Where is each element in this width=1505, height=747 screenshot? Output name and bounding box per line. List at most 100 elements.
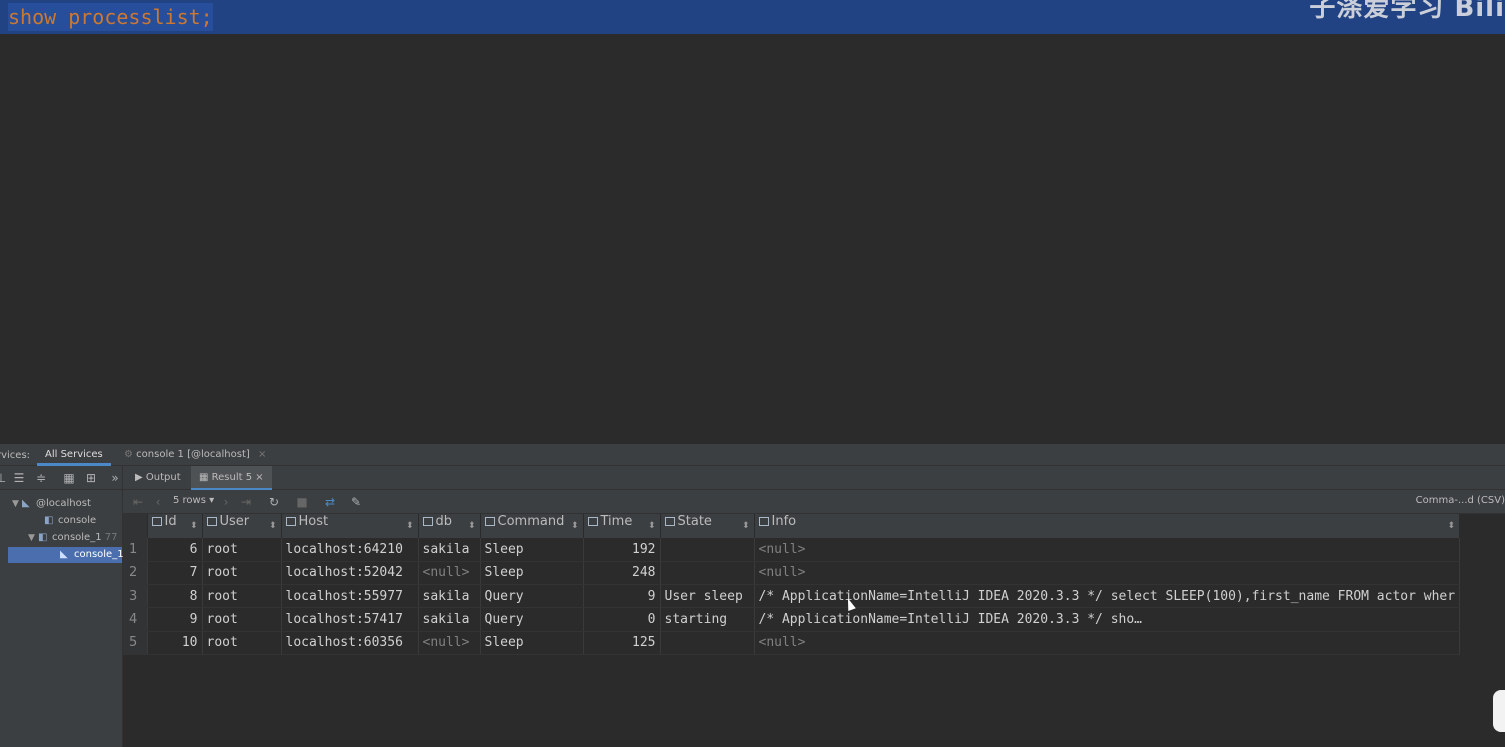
sql-code[interactable]: show processlist;: [8, 3, 213, 31]
cell-db[interactable]: sakila: [418, 584, 481, 609]
cell-state[interactable]: starting: [660, 607, 755, 632]
cell-command[interactable]: Query: [480, 607, 584, 632]
column-header[interactable]: Info ⬍: [754, 514, 1461, 538]
last-page-icon[interactable]: ⇥: [239, 495, 253, 509]
tab-all-services[interactable]: All Services: [37, 444, 111, 466]
sort-icon[interactable]: ⬍: [269, 514, 277, 538]
chevron-down-icon[interactable]: ▼: [28, 530, 38, 546]
first-page-icon[interactable]: ⇤: [131, 495, 145, 509]
table-row[interactable]: 4 9 root localhost:57417 sakila Query 0 startin…: [123, 607, 1461, 632]
cell-info[interactable]: <null>: [754, 538, 1461, 562]
rows-count-dropdown[interactable]: 5 rows ▾: [173, 495, 214, 506]
cell-time[interactable]: 9: [583, 584, 661, 609]
sort-icon[interactable]: ⬍: [190, 514, 198, 538]
collapse-icon[interactable]: ⊥: [0, 471, 8, 485]
tree-item-localhost[interactable]: ▼ ◣ @localhost: [12, 496, 91, 512]
cell-command[interactable]: Sleep: [480, 561, 584, 586]
cell-user[interactable]: root: [202, 631, 282, 655]
transaction-icon[interactable]: ⇄: [323, 495, 337, 509]
cell-user[interactable]: root: [202, 607, 282, 632]
column-header[interactable]: State ⬍: [660, 514, 755, 538]
sql-editor[interactable]: show processlist; 子涤爱学习 Bili: [0, 0, 1505, 444]
sort-icon[interactable]: ⬍: [1448, 514, 1456, 538]
cell-info[interactable]: <null>: [754, 561, 1461, 586]
close-icon[interactable]: ×: [255, 472, 263, 483]
sort-icon[interactable]: ⬍: [571, 514, 579, 538]
table-row[interactable]: 2 7 root localhost:52042 <null> Sleep 248 <null…: [123, 561, 1461, 586]
tab-result-5[interactable]: ▦ Result 5 ×: [191, 466, 272, 490]
tree-item-console-1[interactable]: ▼ ◧ console_1 77: [28, 530, 118, 546]
column-header[interactable]: Id ⬍: [147, 514, 203, 538]
sort-icon[interactable]: ⬍: [406, 514, 414, 538]
cell-id[interactable]: 10: [147, 631, 203, 655]
cell-command[interactable]: Sleep: [480, 631, 584, 655]
sort-icon[interactable]: ⬍: [742, 514, 750, 538]
export-format[interactable]: Comma-...d (CSV): [1416, 495, 1505, 506]
column-header[interactable]: User ⬍: [202, 514, 282, 538]
sort-icon[interactable]: ⬍: [468, 514, 476, 538]
prev-page-icon[interactable]: ‹: [151, 495, 165, 509]
cell-state[interactable]: [660, 538, 755, 562]
collapse-all-icon[interactable]: ≑: [34, 471, 48, 485]
column-header[interactable]: db ⬍: [418, 514, 481, 538]
column-header[interactable]: Command ⬍: [480, 514, 584, 538]
cell-id[interactable]: 9: [147, 607, 203, 632]
cell-id[interactable]: 8: [147, 584, 203, 609]
cell-host[interactable]: localhost:55977: [281, 584, 419, 609]
cell-db[interactable]: <null>: [418, 561, 481, 586]
cell-id[interactable]: 7: [147, 561, 203, 586]
group-icon[interactable]: ▦: [62, 471, 76, 485]
cell-host[interactable]: localhost:57417: [281, 607, 419, 632]
cell-user[interactable]: root: [202, 584, 282, 609]
cell-state[interactable]: [660, 631, 755, 655]
table-row[interactable]: 5 10 root localhost:60356 <null> Sleep 125 <nul…: [123, 631, 1461, 655]
selected-editor-line[interactable]: show processlist; 子涤爱学习 Bili: [0, 0, 1505, 34]
tab-console-localhost[interactable]: ⚙ console 1 [@localhost] ×: [116, 444, 274, 466]
sort-icon[interactable]: ⬍: [648, 514, 656, 538]
cell-info[interactable]: /* ApplicationName=IntelliJ IDEA 2020.3.…: [754, 584, 1461, 609]
cell-host[interactable]: localhost:52042: [281, 561, 419, 586]
tab-output[interactable]: ▶ Output: [127, 466, 189, 490]
tab-label: console 1 [@localhost]: [136, 449, 250, 460]
cell-state[interactable]: [660, 561, 755, 586]
cell-db[interactable]: <null>: [418, 631, 481, 655]
cell-time[interactable]: 125: [583, 631, 661, 655]
result-grid[interactable]: Id ⬍ User ⬍ Host ⬍ db ⬍ Command ⬍ Time ⬍ State…: [123, 514, 1505, 747]
next-page-icon[interactable]: ›: [219, 495, 233, 509]
pin-icon[interactable]: ✎: [349, 495, 363, 509]
expand-all-icon[interactable]: ☰: [12, 471, 26, 485]
chevron-down-icon[interactable]: ▼: [12, 496, 22, 512]
row-number[interactable]: 1: [123, 538, 148, 562]
cell-host[interactable]: localhost:64210: [281, 538, 419, 562]
cell-state[interactable]: User sleep: [660, 584, 755, 609]
floating-widget[interactable]: [1493, 690, 1505, 732]
cell-time[interactable]: 248: [583, 561, 661, 586]
column-header[interactable]: Time ⬍: [583, 514, 661, 538]
cell-time[interactable]: 0: [583, 607, 661, 632]
cell-command[interactable]: Query: [480, 584, 584, 609]
cell-db[interactable]: sakila: [418, 538, 481, 562]
refresh-icon[interactable]: ↻: [267, 495, 281, 509]
cell-user[interactable]: root: [202, 561, 282, 586]
column-header[interactable]: Host ⬍: [281, 514, 419, 538]
row-number[interactable]: 2: [123, 561, 148, 586]
more-icon[interactable]: »: [108, 471, 122, 485]
cell-time[interactable]: 192: [583, 538, 661, 562]
row-number[interactable]: 3: [123, 584, 148, 609]
table-row[interactable]: 3 8 root localhost:55977 sakila Query 9 User sl…: [123, 584, 1461, 609]
cell-info[interactable]: <null>: [754, 631, 1461, 655]
cell-command[interactable]: Sleep: [480, 538, 584, 562]
filter-icon[interactable]: ⊞: [84, 471, 98, 485]
table-row[interactable]: 1 6 root localhost:64210 sakila Sleep 192 <null…: [123, 538, 1461, 562]
row-number[interactable]: 4: [123, 607, 148, 632]
row-number[interactable]: 5: [123, 631, 148, 655]
cell-info[interactable]: /* ApplicationName=IntelliJ IDEA 2020.3.…: [754, 607, 1461, 632]
cell-id[interactable]: 6: [147, 538, 203, 562]
cell-host[interactable]: localhost:60356: [281, 631, 419, 655]
tree-item-console-1-session[interactable]: ◣ console_1: [8, 547, 124, 563]
cell-db[interactable]: sakila: [418, 607, 481, 632]
close-icon[interactable]: ×: [258, 449, 266, 460]
tree-item-console[interactable]: ◧ console: [44, 513, 96, 529]
cell-user[interactable]: root: [202, 538, 282, 562]
stop-icon[interactable]: ■: [295, 495, 309, 509]
